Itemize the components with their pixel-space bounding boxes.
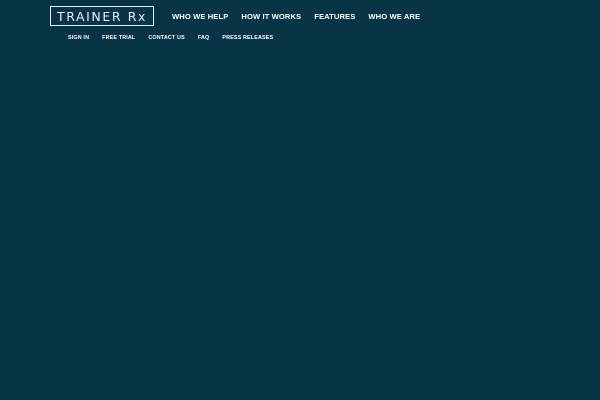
secondary-nav: SIGN IN FREE TRIAL CONTACT US FAQ PRESS … [68,34,273,43]
nav-link-how-it-works[interactable]: HOW IT WORKS [241,11,301,22]
nav-link-who-we-help[interactable]: WHO WE HELP [172,11,228,22]
free-trial-link[interactable]: FREE TRIAL [102,34,135,43]
contact-us-link[interactable]: CONTACT US [148,34,184,43]
main-nav: WHO WE HELP HOW IT WORKS FEATURES WHO WE… [172,11,420,22]
page: TRAINER Rx WHO WE HELP HOW IT WORKS FEAT… [0,0,600,400]
sign-in-link[interactable]: SIGN IN [68,34,89,43]
faq-link[interactable]: FAQ [198,34,210,43]
press-releases-link[interactable]: PRESS RELEASES [222,34,273,43]
nav-link-features[interactable]: FEATURES [314,11,355,22]
nav-link-who-we-are[interactable]: WHO WE ARE [368,11,420,22]
trainer-rx-logo[interactable]: TRAINER Rx [50,6,154,26]
